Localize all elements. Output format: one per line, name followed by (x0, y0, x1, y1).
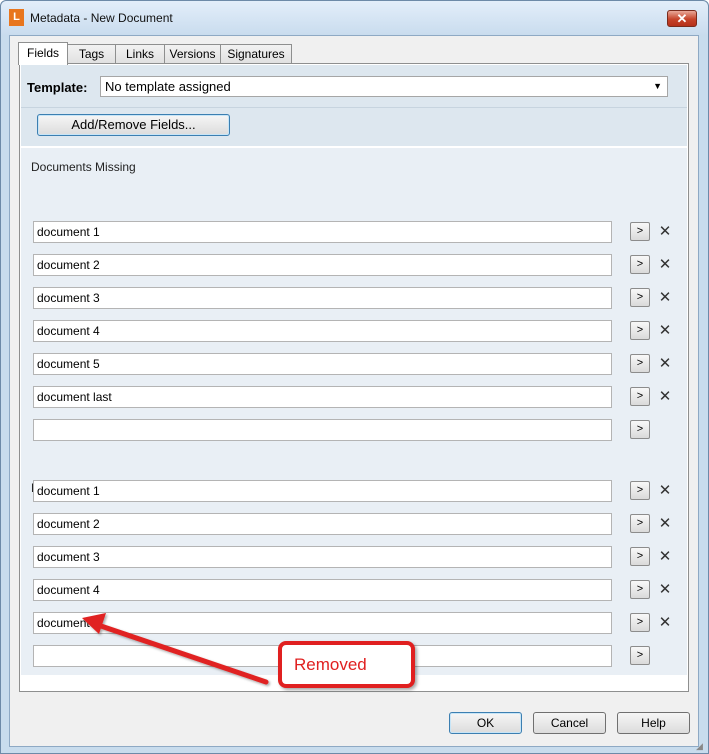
removed-callout: Removed (278, 641, 415, 688)
tab-fields[interactable]: Fields (18, 42, 68, 65)
